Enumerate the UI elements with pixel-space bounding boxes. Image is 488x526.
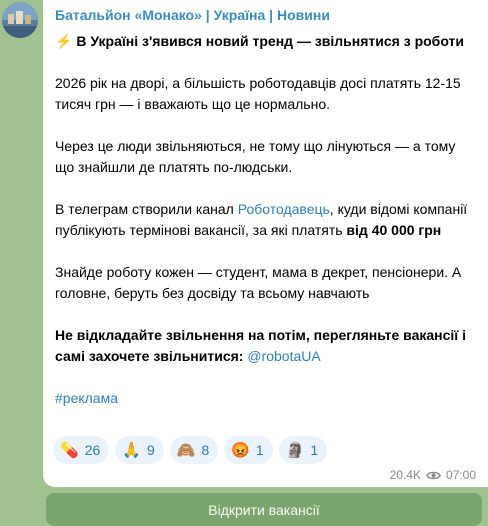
pill-emoji-icon: 💊 [60, 441, 79, 459]
message-bubble: Батальйон «Монако» | Україна | Новини ⚡ … [43, 0, 488, 487]
pray-emoji-icon: 🙏 [122, 441, 141, 459]
avatar-image [2, 2, 38, 38]
headline: В Україні з'явився новий тренд — звільня… [76, 33, 464, 49]
monkey-emoji-icon: 🙈 [176, 441, 196, 459]
reaction-count: 26 [84, 442, 101, 458]
reaction-angry[interactable]: 😡 1 [224, 436, 273, 464]
headline-paragraph: ⚡ В Україні з'явився новий тренд — звіль… [55, 31, 475, 52]
message-text: ⚡ В Україні з'явився новий тренд — звіль… [55, 31, 475, 430]
salary-highlight: від 40 000 грн [346, 222, 442, 238]
paragraph-3: В телеграм створили канал Роботодавець, … [55, 199, 475, 241]
eye-icon [425, 471, 441, 479]
moai-emoji-icon: 🗿 [285, 441, 305, 459]
hashtag-link[interactable]: #реклама [55, 390, 118, 406]
message-time: 07:00 [445, 468, 476, 482]
lightning-icon: ⚡ [55, 33, 73, 49]
reaction-count: 1 [310, 442, 319, 458]
reactions-bar: 💊 26 🙏 9 🙈 8 😡 1 🗿 1 [53, 436, 328, 464]
reaction-count: 9 [146, 442, 155, 458]
channel-avatar[interactable] [2, 2, 38, 38]
angry-face-emoji-icon: 😡 [231, 441, 250, 459]
reaction-see-no-evil[interactable]: 🙈 8 [169, 436, 219, 464]
channel-link[interactable]: Роботодавець [238, 201, 330, 217]
paragraph-2: Через це люди звільняються, не тому що л… [55, 138, 456, 175]
paragraph-1: 2026 рік на дворі, а більшість роботодав… [55, 75, 461, 112]
username-link[interactable]: @robotaUA [247, 348, 320, 364]
reaction-pray[interactable]: 🙏 9 [115, 436, 164, 464]
paragraph-5: Не відкладайте звільнення на потім, пере… [55, 325, 475, 367]
channel-name[interactable]: Батальйон «Монако» | Україна | Новини [55, 7, 330, 23]
open-vacancies-button[interactable]: Відкрити вакансії [46, 493, 482, 526]
view-count: 20.4K [389, 468, 421, 482]
paragraph-3-text-a: В телеграм створили канал [55, 201, 238, 217]
reaction-count: 8 [201, 442, 210, 458]
reaction-count: 1 [255, 442, 264, 458]
reaction-pill[interactable]: 💊 26 [53, 436, 110, 464]
open-vacancies-label: Відкрити вакансії [208, 501, 320, 518]
reaction-moai[interactable]: 🗿 1 [278, 436, 328, 464]
hashtag-paragraph: #реклама [55, 388, 475, 409]
paragraph-4: Знайде роботу кожен — студент, мама в де… [55, 264, 462, 301]
message-meta: 20.4K 07:00 [390, 468, 476, 482]
